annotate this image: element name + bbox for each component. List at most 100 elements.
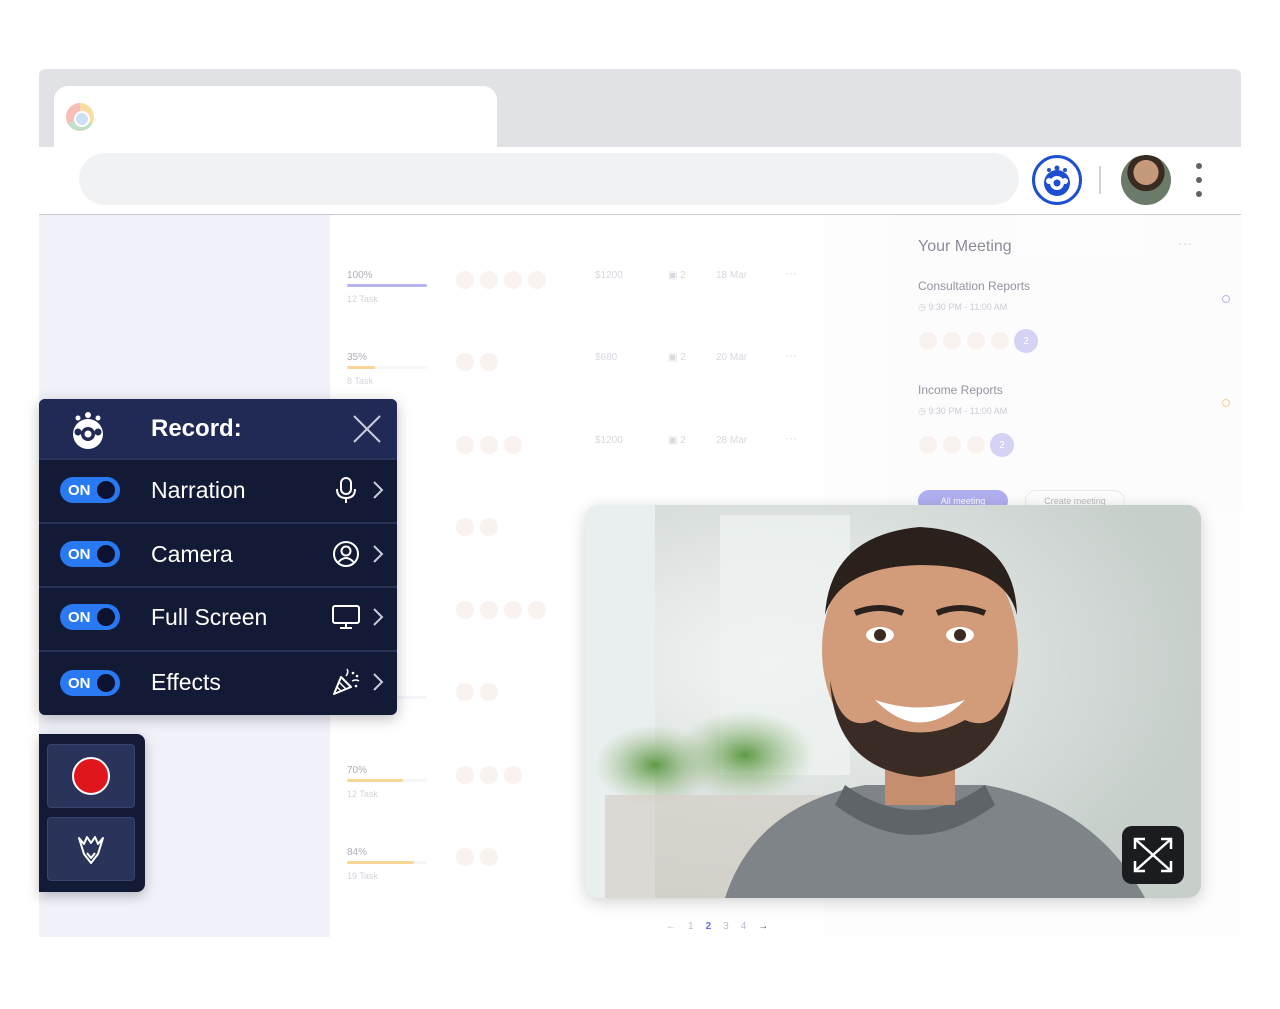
- task-more-icon[interactable]: ···: [785, 266, 797, 280]
- chevron-right-icon[interactable]: [372, 607, 384, 627]
- task-attachments: ▣ 2: [668, 435, 686, 446]
- tab-bar: [39, 69, 1241, 147]
- task-row[interactable]: $1200 ▣ 2 28 Mar ···: [330, 431, 825, 495]
- task-assignees: [455, 682, 499, 702]
- chevron-right-icon[interactable]: [372, 672, 384, 692]
- task-row[interactable]: 100% 12 Task $1200 ▣ 2 18 Mar ···: [330, 266, 825, 330]
- narration-label: Narration: [151, 477, 246, 503]
- assignee-avatar: [455, 682, 475, 702]
- record-controls: [39, 734, 145, 892]
- meeting-item-time: ◷ 9:30 PM - 11:00 AM: [918, 406, 1008, 416]
- recorder-extension-icon[interactable]: [1032, 155, 1082, 205]
- assignee-avatar: [455, 435, 475, 455]
- task-price: $680: [595, 352, 618, 363]
- task-assignees: [455, 352, 499, 372]
- task-date: 20 Mar: [716, 352, 748, 363]
- task-row[interactable]: 35% 8 Task $680 ▣ 2 20 Mar ···: [330, 348, 825, 412]
- meeting-item-title: Consultation Reports: [918, 279, 1031, 293]
- narration-row[interactable]: ON Narration: [39, 458, 397, 522]
- record-panel-title: Record:: [151, 415, 242, 442]
- assignee-avatar: [503, 435, 523, 455]
- task-price: $1200: [595, 270, 623, 281]
- pager-page-current[interactable]: 2: [706, 921, 712, 932]
- assignee-avatar: [479, 765, 499, 785]
- assignee-avatar: [503, 600, 523, 620]
- assignee-avatar: [527, 270, 547, 290]
- effects-row[interactable]: ON Effects: [39, 650, 397, 714]
- meeting-item-title: Income Reports: [918, 383, 1003, 397]
- pager-page[interactable]: 1: [688, 921, 694, 932]
- camera-toggle[interactable]: ON: [60, 541, 120, 567]
- assignee-avatar: [479, 352, 499, 372]
- pager-prev[interactable]: ←: [666, 921, 676, 932]
- task-assignees: [455, 270, 547, 290]
- record-dot-icon: [72, 757, 110, 795]
- meeting-more-icon[interactable]: ···: [1178, 235, 1192, 251]
- task-assignees: [455, 847, 499, 867]
- monitor-icon: [332, 605, 360, 629]
- task-date: 18 Mar: [716, 270, 748, 281]
- camera-preview: [585, 505, 1201, 898]
- task-assignees: [455, 435, 523, 455]
- record-button[interactable]: [47, 744, 135, 808]
- browser-menu-icon[interactable]: [1189, 163, 1209, 197]
- task-assignees: [455, 600, 547, 620]
- expand-button[interactable]: [1122, 826, 1184, 884]
- task-attachments: ▣ 2: [668, 270, 686, 281]
- task-progress-bar: [347, 366, 427, 369]
- pen-effects-button[interactable]: [47, 817, 135, 881]
- profile-avatar[interactable]: [1121, 155, 1171, 205]
- effects-toggle[interactable]: ON: [60, 670, 120, 696]
- meeting-title: Your Meeting: [918, 238, 1012, 255]
- assignee-avatar: [503, 270, 523, 290]
- browser-toolbar: [39, 147, 1241, 215]
- narration-toggle[interactable]: ON: [60, 477, 120, 503]
- task-percent: 35%: [347, 352, 368, 363]
- camera-label: Camera: [151, 541, 233, 567]
- recorder-logo-icon: [1044, 165, 1070, 196]
- task-assignees: [455, 765, 523, 785]
- expand-icon: [1133, 837, 1173, 873]
- full-screen-toggle[interactable]: ON: [60, 604, 120, 630]
- chrome-logo-icon: [66, 103, 94, 131]
- assignee-avatar: [455, 847, 475, 867]
- pager-next[interactable]: →: [758, 921, 768, 932]
- assignee-avatar: [455, 517, 475, 537]
- pager-page[interactable]: 3: [723, 921, 729, 932]
- full-screen-row[interactable]: ON Full Screen: [39, 586, 397, 650]
- record-panel: Record: ON Narration ON Camera ON Full S…: [39, 399, 397, 715]
- camera-row[interactable]: ON Camera: [39, 522, 397, 586]
- pager-page[interactable]: 4: [741, 921, 747, 932]
- task-progress-fill: [347, 366, 375, 369]
- close-icon[interactable]: [351, 413, 383, 445]
- webcam-person-image: [585, 505, 1201, 898]
- task-percent: 100%: [347, 270, 373, 281]
- pen-effects-icon: [78, 836, 104, 864]
- browser-tab[interactable]: [54, 86, 497, 147]
- attendee-count-badge: 2: [1014, 329, 1038, 353]
- assignee-avatar: [455, 765, 475, 785]
- task-progress-fill: [347, 284, 427, 287]
- task-more-icon[interactable]: ···: [785, 431, 797, 445]
- task-assignees: [455, 517, 499, 537]
- party-popper-icon: [333, 668, 360, 695]
- task-count: 19 Task: [347, 871, 378, 881]
- assignee-avatar: [527, 600, 547, 620]
- assignee-avatar: [479, 270, 499, 290]
- effects-label: Effects: [151, 669, 221, 695]
- record-panel-header: Record:: [39, 399, 397, 458]
- task-price: $1200: [595, 435, 623, 446]
- task-percent: 84%: [347, 847, 368, 858]
- task-more-icon[interactable]: ···: [785, 348, 797, 362]
- chevron-right-icon[interactable]: [372, 480, 384, 500]
- assignee-avatar: [479, 847, 499, 867]
- assignee-avatar: [479, 435, 499, 455]
- address-bar[interactable]: [79, 153, 1019, 205]
- task-count: 12 Task: [347, 294, 378, 304]
- task-progress-bar: [347, 284, 427, 287]
- microphone-icon: [336, 477, 356, 503]
- user-circle-icon: [333, 541, 359, 567]
- chevron-right-icon[interactable]: [372, 544, 384, 564]
- assignee-avatar: [503, 765, 523, 785]
- toolbar-divider: [1099, 166, 1101, 194]
